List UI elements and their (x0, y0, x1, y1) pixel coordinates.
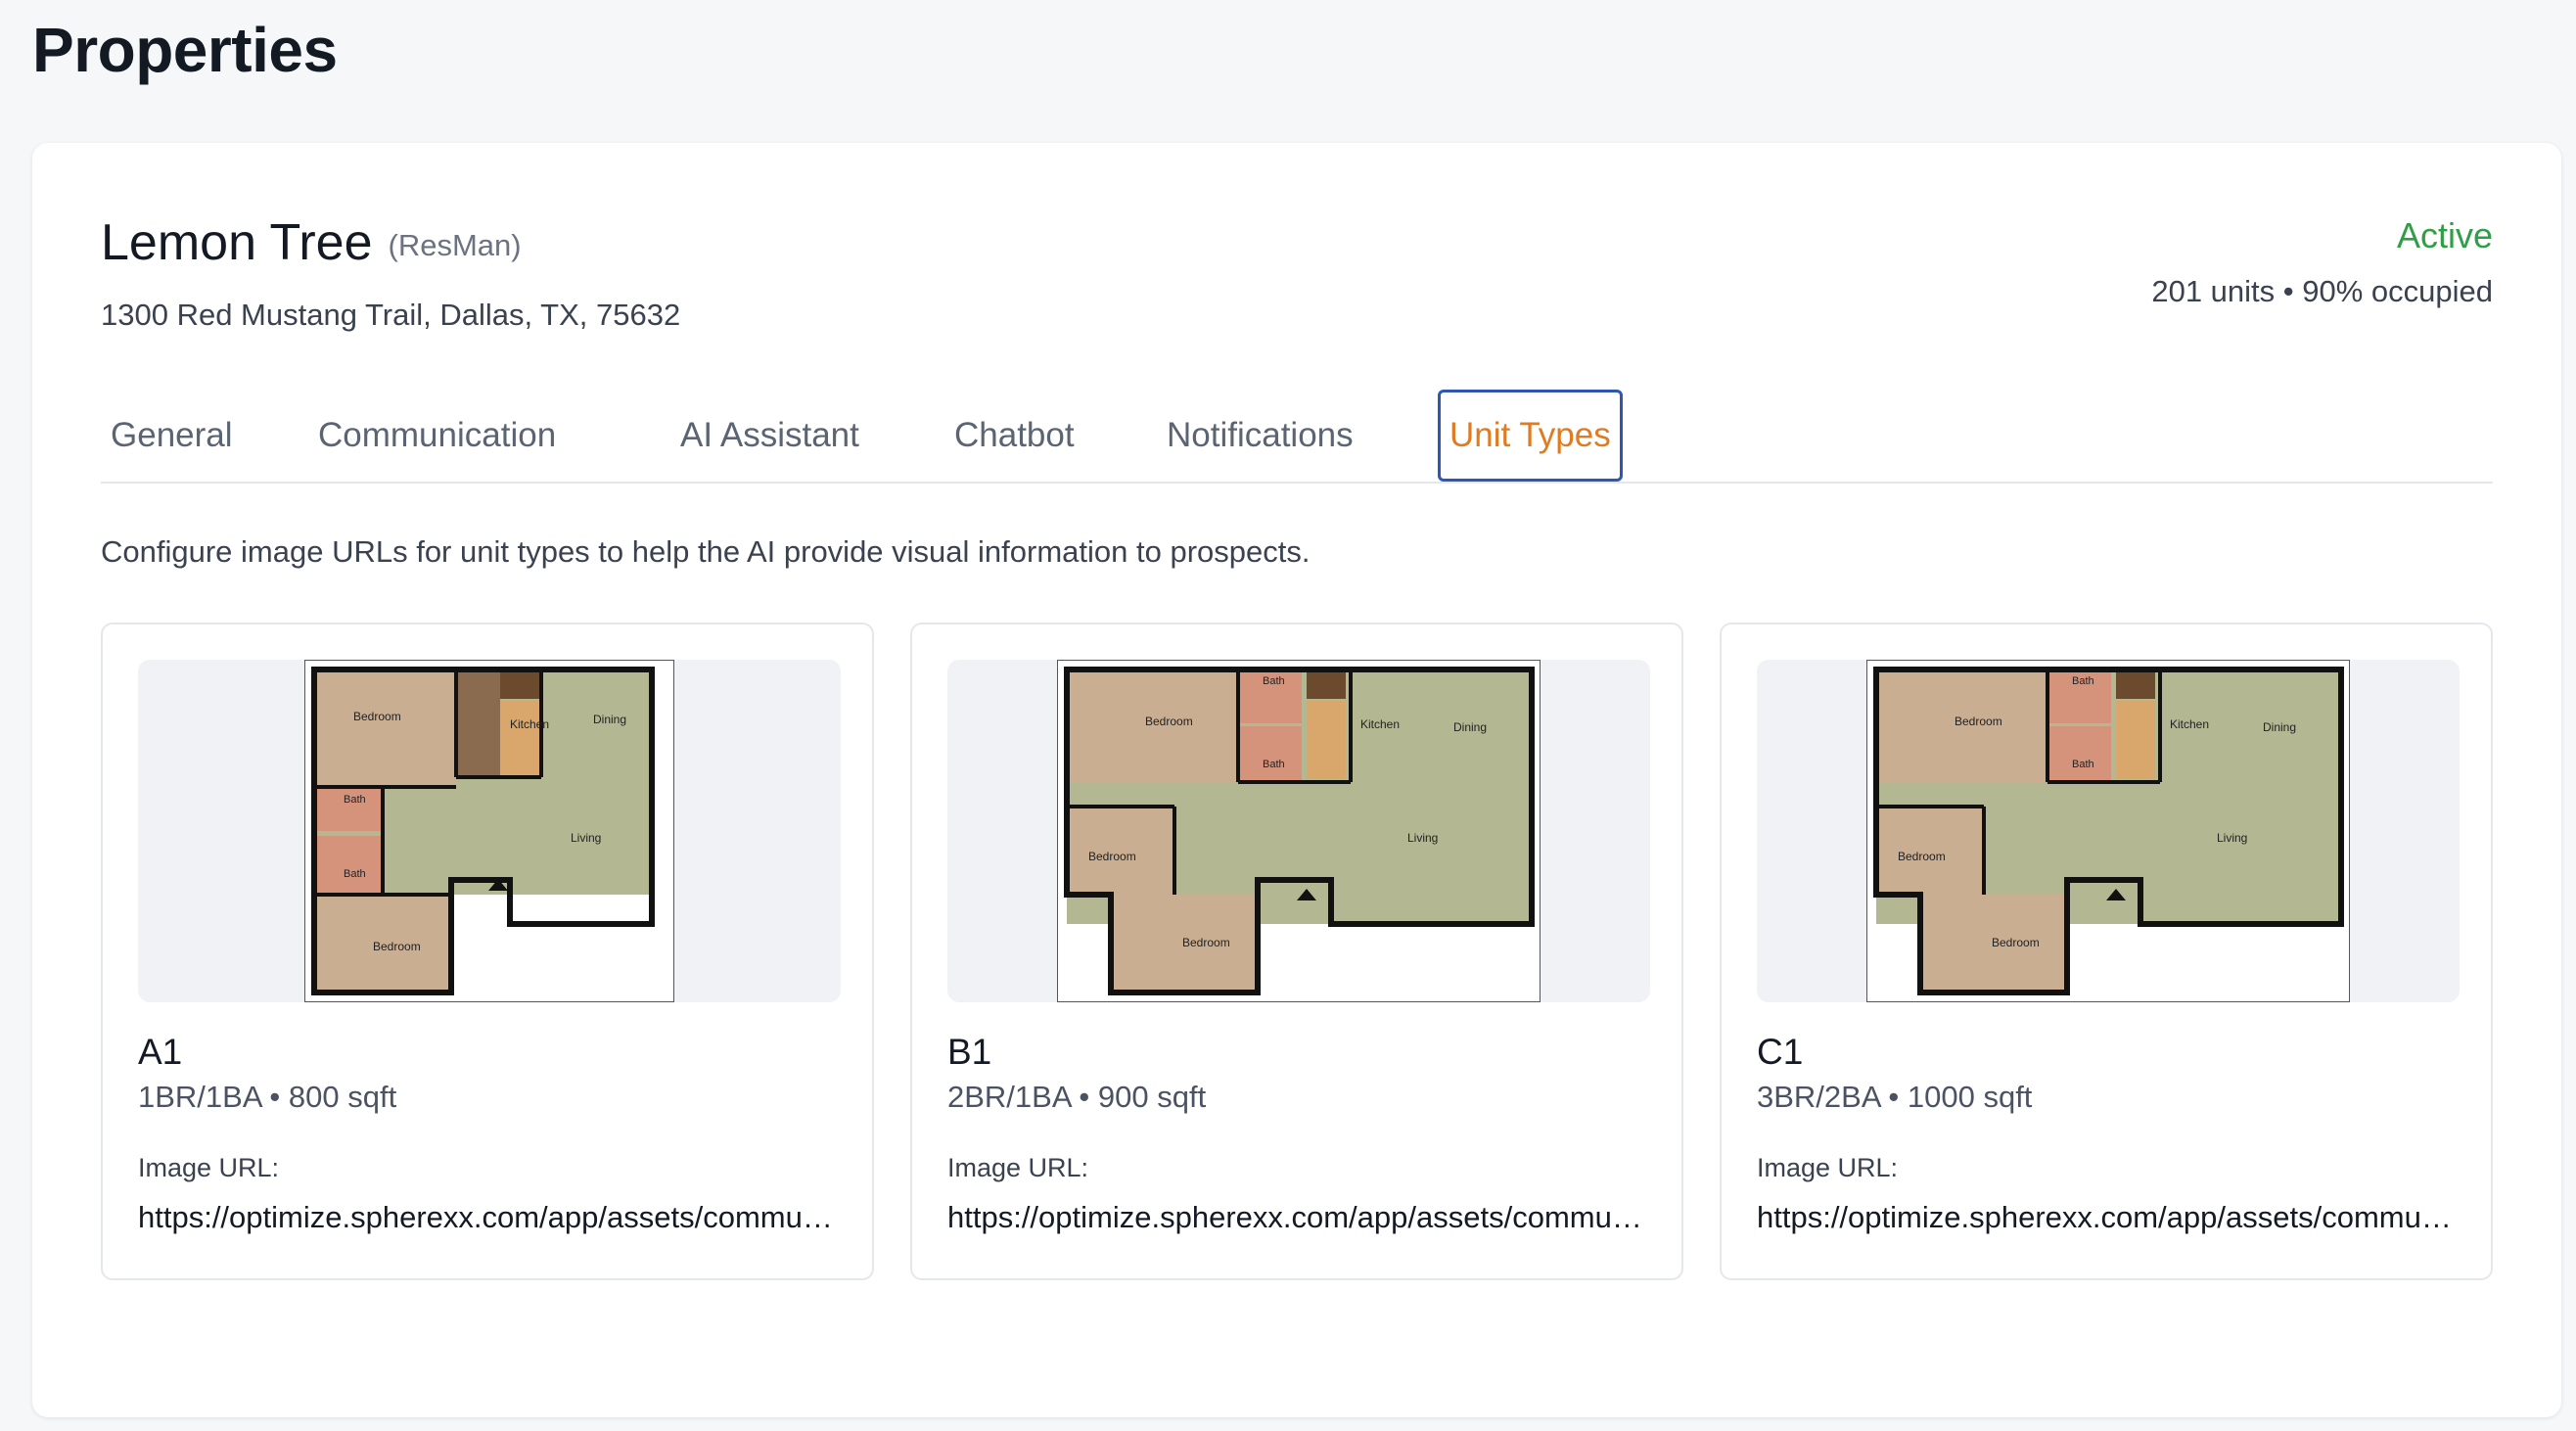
unit-types-description: Configure image URLs for unit types to h… (101, 534, 1311, 569)
page-title: Properties (32, 15, 338, 85)
tab-chatbot[interactable]: Chatbot (954, 390, 1075, 482)
plan-label: Bath (2072, 759, 2094, 770)
plan-label: Bedroom (1955, 715, 2002, 728)
plan-label: Bedroom (1898, 850, 1946, 863)
plan-label: Living (571, 831, 601, 845)
unit-type-name: B1 (947, 1032, 992, 1072)
plan-label: Dining (1453, 720, 1487, 734)
plan-label: Bath (1263, 759, 1285, 770)
tab-general[interactable]: General (111, 390, 233, 482)
property-card: Lemon Tree (ResMan) 1300 Red Mustang Trai… (32, 143, 2561, 1417)
plan-label: Bath (344, 794, 366, 806)
floorplan-image-container: Bedroom Bath Bath Kitchen Dining Living … (947, 660, 1650, 1002)
tab-unit-types[interactable]: Unit Types (1438, 390, 1623, 482)
plan-label: Bedroom (1182, 936, 1230, 949)
image-url-field[interactable]: https://optimize.spherexx.com/app/assets… (1757, 1200, 2461, 1235)
plan-label: Bedroom (1088, 850, 1136, 863)
plan-label: Bedroom (373, 940, 421, 953)
floorplan-image: Bedroom Bath Bath Kitchen Dining Living … (1057, 660, 1541, 1002)
occupancy-summary: 201 units • 90% occupied (2151, 274, 2493, 308)
image-url-field[interactable]: https://optimize.spherexx.com/app/assets… (138, 1200, 843, 1235)
plan-label: Dining (2263, 720, 2296, 734)
plan-label: Kitchen (2170, 717, 2209, 731)
unit-type-card[interactable]: Bedroom Kitchen Dining Bath Living Bath … (101, 623, 874, 1280)
property-name: Lemon Tree (ResMan) (101, 213, 522, 272)
floorplan-image: Bedroom Bath Bath Kitchen Dining Living … (1866, 660, 2350, 1002)
unit-type-name: C1 (1757, 1032, 1804, 1072)
image-url-field[interactable]: https://optimize.spherexx.com/app/assets… (947, 1200, 1652, 1235)
unit-type-name: A1 (138, 1032, 183, 1072)
plan-label: Bedroom (353, 710, 401, 723)
plan-label: Bath (1263, 675, 1285, 687)
property-source: (ResMan) (388, 228, 522, 262)
plan-label: Bath (2072, 675, 2094, 687)
plan-label: Kitchen (510, 717, 549, 731)
unit-type-specs: 1BR/1BA • 800 sqft (138, 1080, 397, 1114)
tab-notifications[interactable]: Notifications (1167, 390, 1354, 482)
image-url-label: Image URL: (947, 1153, 1089, 1182)
plan-label: Kitchen (1360, 717, 1400, 731)
unit-type-card[interactable]: Bedroom Bath Bath Kitchen Dining Living … (910, 623, 1683, 1280)
property-address: 1300 Red Mustang Trail, Dallas, TX, 7563… (101, 298, 681, 332)
image-url-label: Image URL: (1757, 1153, 1899, 1182)
plan-label: Bedroom (1992, 936, 2040, 949)
plan-label: Bath (344, 868, 366, 880)
floorplan-image-container: Bedroom Bath Bath Kitchen Dining Living … (1757, 660, 2460, 1002)
floorplan-image-container: Bedroom Kitchen Dining Bath Living Bath … (138, 660, 841, 1002)
image-url-label: Image URL: (138, 1153, 280, 1182)
unit-type-specs: 2BR/1BA • 900 sqft (947, 1080, 1207, 1114)
plan-label: Bedroom (1145, 715, 1193, 728)
status-badge: Active (2396, 215, 2493, 255)
tab-ai-assistant[interactable]: AI Assistant (680, 390, 859, 482)
property-name-text: Lemon Tree (101, 214, 373, 271)
floorplan-image: Bedroom Kitchen Dining Bath Living Bath … (304, 660, 674, 1002)
plan-label: Living (2217, 831, 2247, 845)
unit-type-card[interactable]: Bedroom Bath Bath Kitchen Dining Living … (1720, 623, 2493, 1280)
plan-label: Dining (593, 713, 626, 726)
unit-type-specs: 3BR/2BA • 1000 sqft (1757, 1080, 2033, 1114)
plan-label: Living (1407, 831, 1438, 845)
property-tabs: General Communication AI Assistant Chatb… (101, 390, 2493, 484)
tab-communication[interactable]: Communication (318, 390, 556, 482)
